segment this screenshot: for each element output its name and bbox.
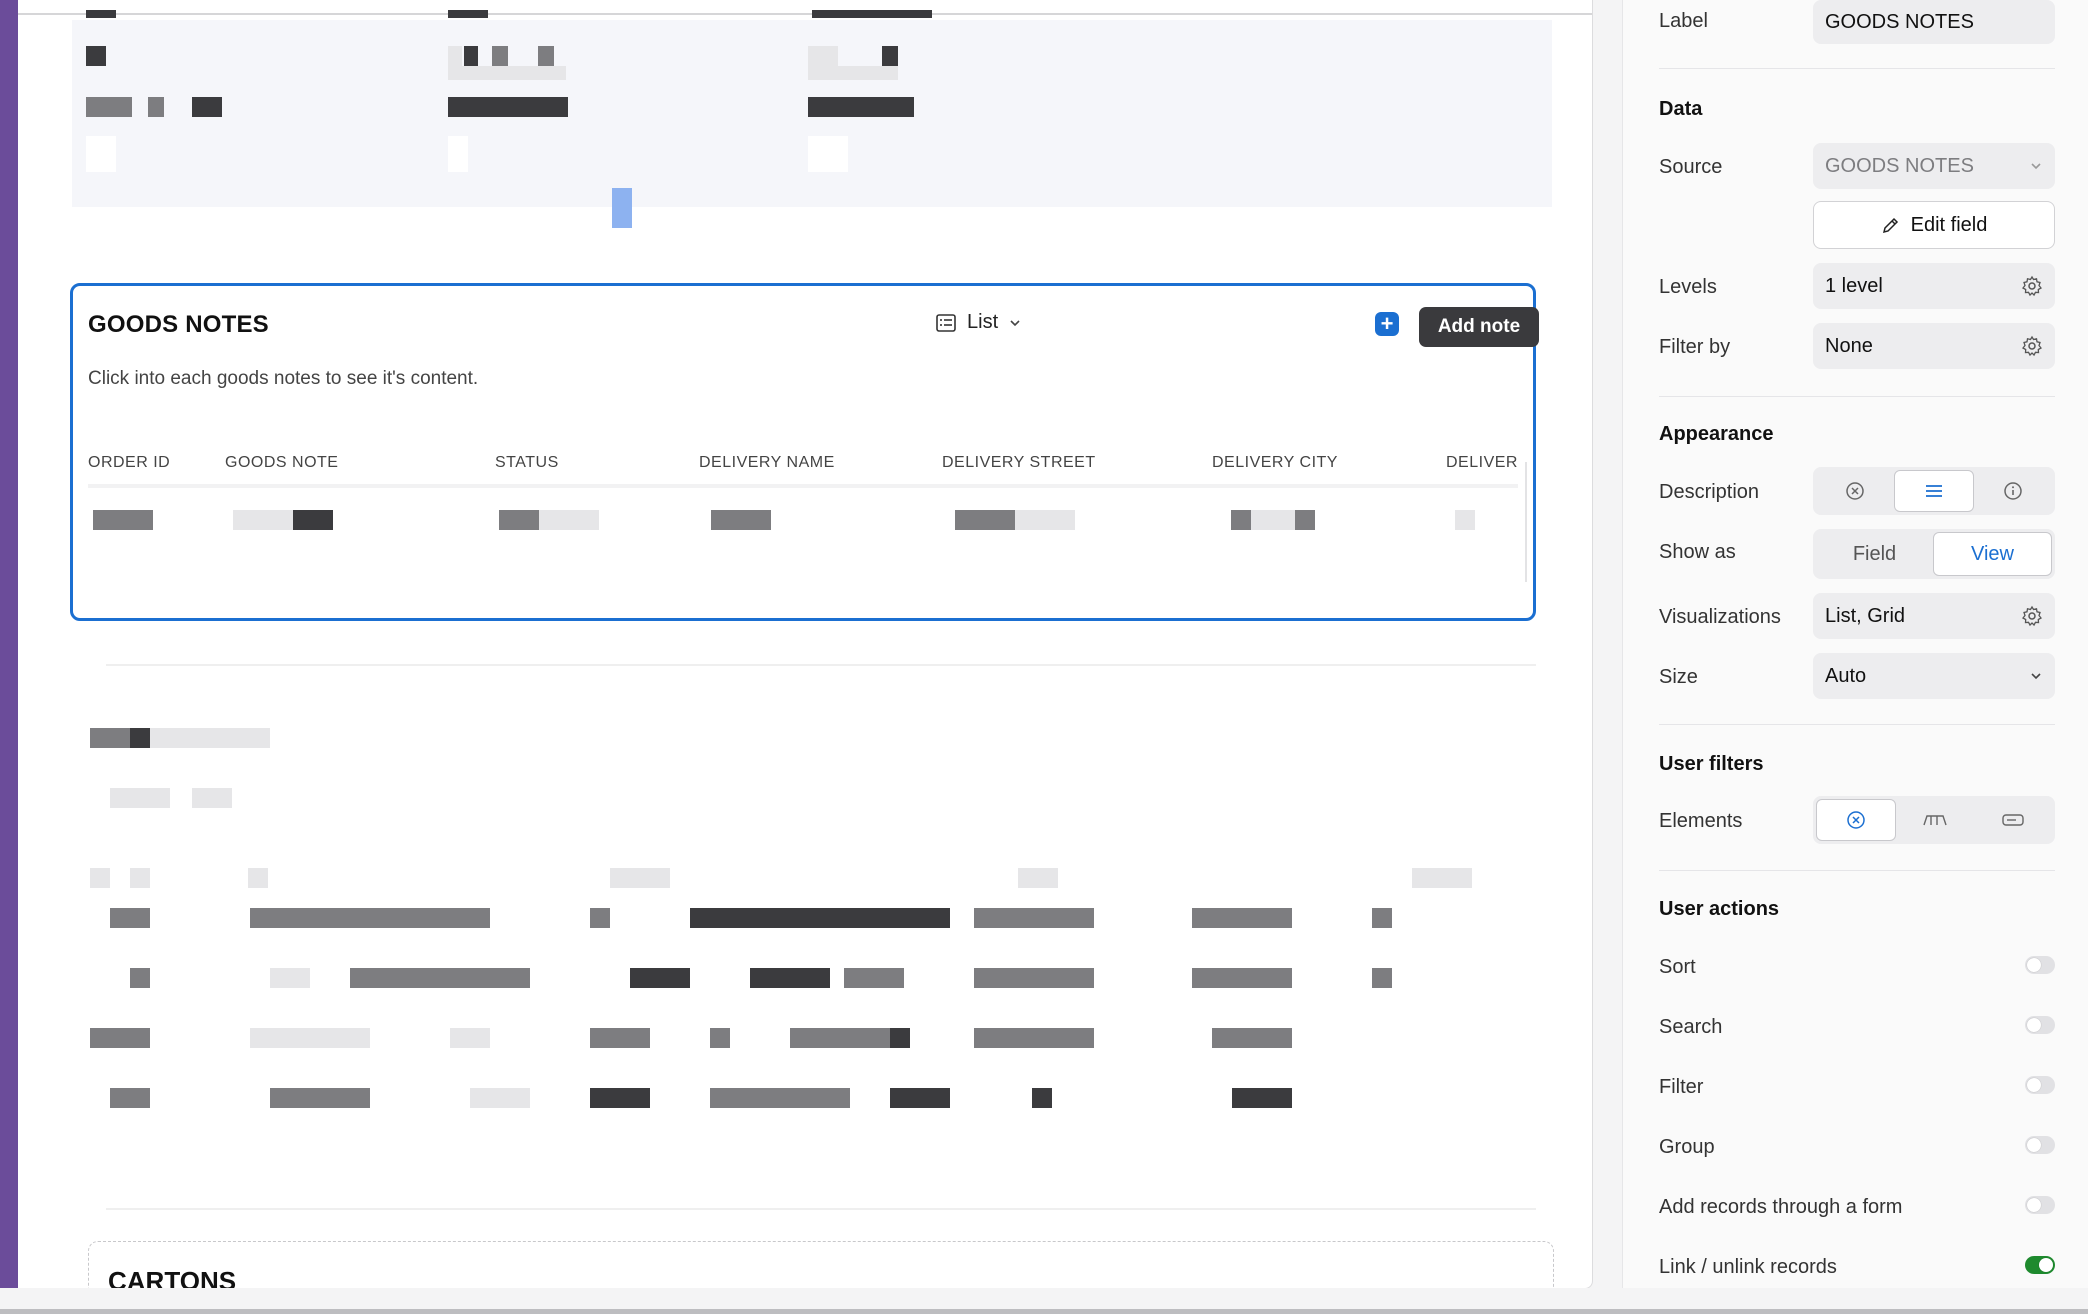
column-header-goods-note[interactable]: GOODS NOTE [225, 454, 338, 472]
view-selector[interactable]: List [935, 311, 1022, 334]
show-as-field-option[interactable]: Field [1816, 532, 1933, 576]
show-as-label: Show as [1659, 541, 1736, 563]
source-select[interactable]: GOODS NOTES [1813, 143, 2055, 189]
elements-label: Elements [1659, 810, 1743, 832]
column-header-delivery-name[interactable]: DELIVERY NAME [699, 454, 835, 472]
info-icon [2004, 482, 2022, 500]
description-label: Description [1659, 481, 1760, 503]
description-tooltip-option[interactable] [1974, 470, 2052, 512]
chevron-down-icon [2029, 669, 2043, 683]
chevron-down-icon [1010, 319, 1020, 326]
show-as-view-option[interactable]: View [1933, 532, 2052, 576]
add-records-label: Add records through a form [1659, 1196, 1903, 1218]
group-label: Group [1659, 1136, 1715, 1158]
description-segmented-control [1813, 467, 2055, 515]
filter-toggle[interactable] [2025, 1076, 2055, 1094]
size-label: Size [1659, 666, 1698, 688]
cartons-title: CARTONS [108, 1266, 237, 1289]
filter-by-value: None [1825, 334, 1873, 357]
label-input[interactable]: GOODS NOTES [1813, 0, 2055, 44]
visualizations-label: Visualizations [1659, 606, 1781, 628]
levels-label: Levels [1659, 276, 1717, 298]
edit-field-button[interactable]: Edit field [1813, 201, 2055, 249]
source-label: Source [1659, 156, 1723, 178]
sort-toggle[interactable] [2025, 956, 2055, 974]
add-plus-icon[interactable]: + [1375, 312, 1399, 336]
dropdown-pill-icon [2002, 814, 2024, 826]
search-label: Search [1659, 1016, 1723, 1038]
elements-tabs-option[interactable] [1896, 799, 1974, 841]
column-header-status[interactable]: STATUS [495, 454, 559, 472]
circle-x-icon [1846, 482, 1864, 500]
label-input-value: GOODS NOTES [1825, 10, 1974, 33]
label-field-label: Label [1659, 10, 1708, 32]
size-value: Auto [1825, 664, 1867, 687]
description-none-option[interactable] [1816, 470, 1894, 512]
elements-none-option[interactable] [1816, 799, 1896, 841]
settings-panel: Label GOODS NOTES Data Source GOODS NOTE… [1622, 0, 2088, 1314]
levels-field[interactable]: 1 level [1813, 263, 2055, 309]
column-header-delivery-more[interactable]: DELIVER [1446, 454, 1518, 472]
cartons-block[interactable]: CARTONS [88, 1241, 1554, 1289]
link-unlink-toggle[interactable] [2025, 1256, 2055, 1274]
blurred-table-block [72, 10, 1552, 228]
elements-segmented-control [1813, 796, 2055, 844]
column-header-delivery-city[interactable]: DELIVERY CITY [1212, 454, 1338, 472]
circle-x-icon [1847, 811, 1865, 829]
pencil-icon [1882, 217, 1898, 234]
filter-label: Filter [1659, 1076, 1704, 1098]
description-text-option[interactable] [1894, 470, 1974, 512]
group-toggle[interactable] [2025, 1136, 2055, 1154]
data-section-title: Data [1659, 98, 1703, 120]
gear-icon[interactable] [2021, 275, 2043, 297]
gear-icon[interactable] [2021, 605, 2043, 627]
levels-value: 1 level [1825, 274, 1883, 297]
goods-notes-block[interactable]: GOODS NOTES List + Add note Click into e… [70, 283, 1539, 621]
chevron-down-icon [2029, 159, 2043, 173]
link-unlink-label: Link / unlink records [1659, 1256, 1837, 1278]
edit-field-label: Edit field [1910, 213, 1988, 236]
add-note-button[interactable]: Add note [1419, 307, 1539, 347]
text-lines-icon [1926, 485, 1942, 497]
table-scrollbar[interactable] [1525, 462, 1527, 582]
block-description: Click into each goods notes to see it's … [88, 368, 479, 389]
source-value: GOODS NOTES [1825, 154, 1974, 177]
filter-by-field[interactable]: None [1813, 323, 2055, 369]
gear-icon[interactable] [2021, 335, 2043, 357]
visualizations-field[interactable]: List, Grid [1813, 593, 2055, 639]
sort-label: Sort [1659, 956, 1696, 978]
column-header-order-id[interactable]: ORDER ID [88, 454, 170, 472]
appearance-section-title: Appearance [1659, 423, 1774, 445]
block-title: GOODS NOTES [88, 311, 269, 338]
list-view-icon [936, 313, 956, 332]
tabs-icon [1923, 815, 1947, 826]
search-toggle[interactable] [2025, 1016, 2055, 1034]
page-canvas: GOODS NOTES List + Add note Click into e… [18, 0, 1593, 1289]
visualizations-value: List, Grid [1825, 604, 1906, 627]
user-actions-section-title: User actions [1659, 898, 1780, 920]
show-as-segmented-control: Field View [1813, 529, 2055, 579]
column-header-delivery-street[interactable]: DELIVERY STREET [942, 454, 1096, 472]
size-select[interactable]: Auto [1813, 653, 2055, 699]
view-selector-label: List [967, 311, 999, 333]
elements-dropdown-option[interactable] [1974, 799, 2052, 841]
add-records-toggle[interactable] [2025, 1196, 2055, 1214]
app-sidebar-strip [0, 0, 18, 1288]
window-bottom-edge [0, 1309, 2088, 1314]
filter-by-label: Filter by [1659, 336, 1731, 358]
user-filters-section-title: User filters [1659, 753, 1764, 775]
